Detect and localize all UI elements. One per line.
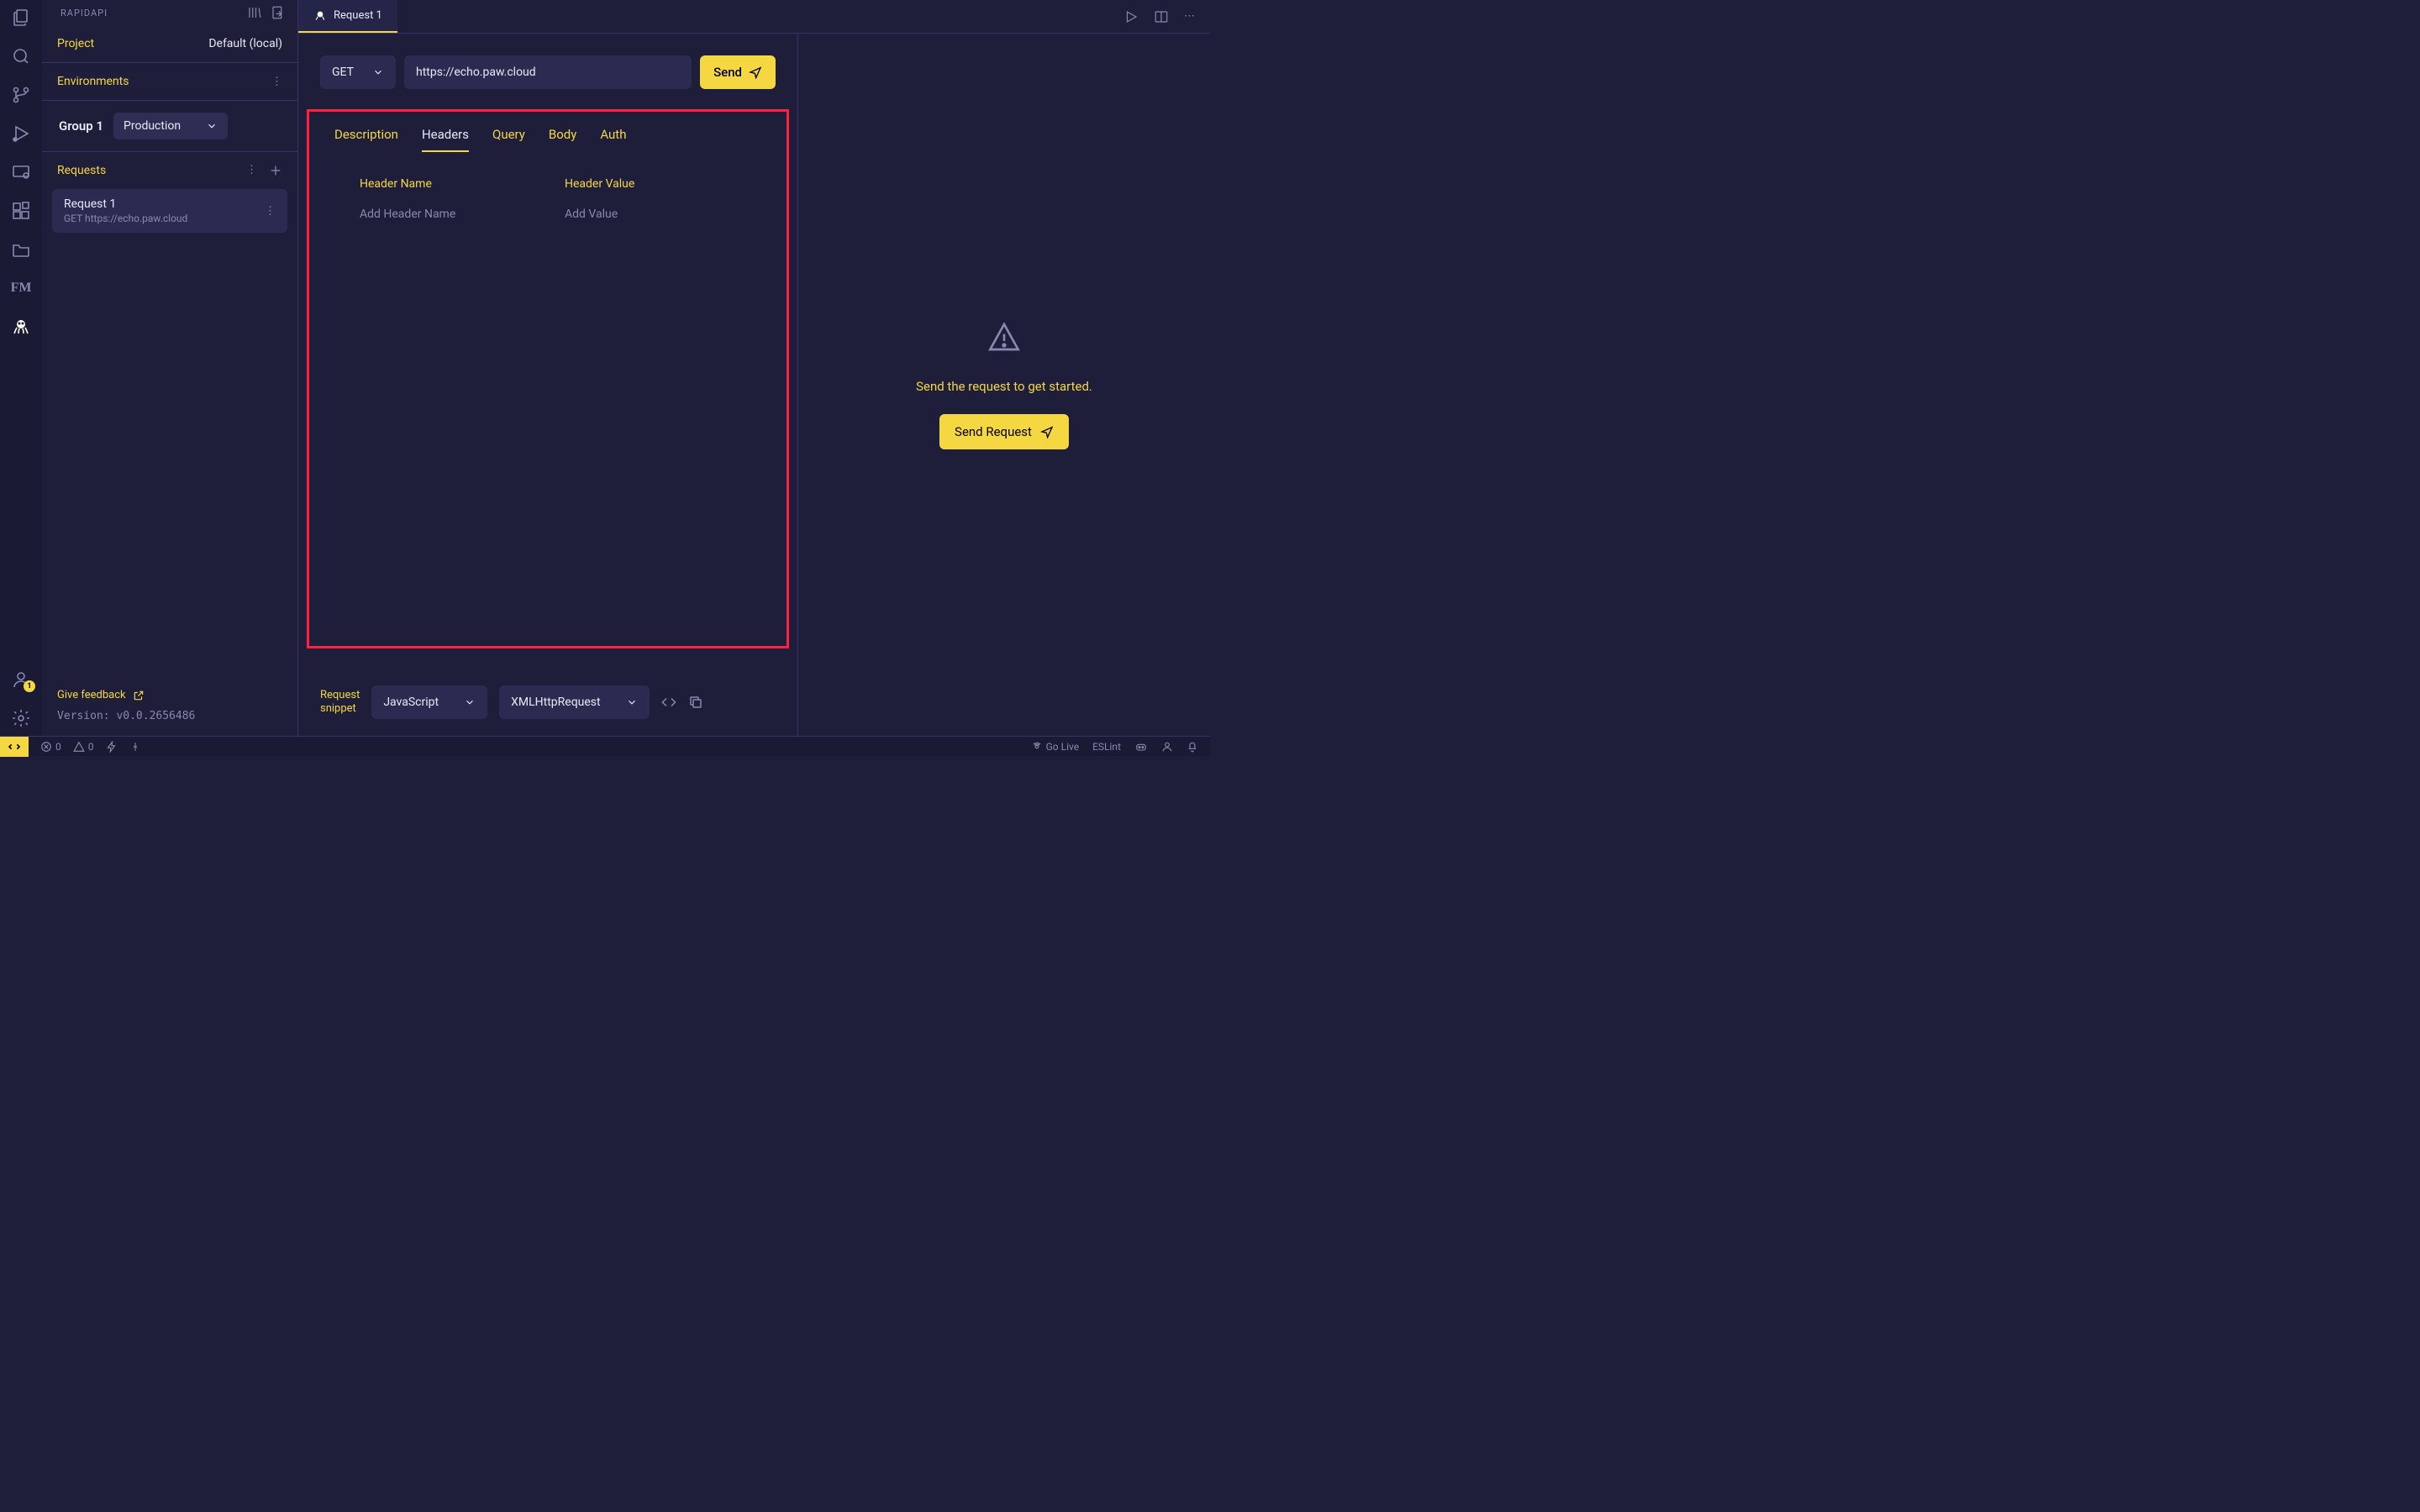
environment-select[interactable]: Production	[113, 113, 228, 139]
sidebar-title: RAPIDAPI	[60, 8, 108, 18]
sidebar: RAPIDAPI Project Default (local) Environ…	[42, 0, 298, 736]
project-value: Default (local)	[208, 37, 282, 50]
request-subtitle: GET https://echo.paw.cloud	[64, 213, 187, 224]
environments-label: Environments	[57, 75, 129, 88]
snippet-lib-select[interactable]: XMLHttpRequest	[499, 685, 650, 719]
bell-icon[interactable]	[1186, 741, 1198, 753]
eslint-label[interactable]: ESLint	[1092, 741, 1121, 753]
tab-query[interactable]: Query	[492, 127, 525, 152]
split-icon[interactable]	[1154, 9, 1169, 24]
send-request-button[interactable]: Send Request	[939, 414, 1069, 449]
library-icon[interactable]	[247, 5, 262, 20]
extensions-icon[interactable]	[10, 200, 32, 222]
sidebar-footer: Give feedback Version: v0.0.2656486	[42, 675, 297, 736]
snippet-label: Request snippet	[320, 689, 360, 715]
kebab-icon[interactable]: ⋮	[246, 164, 257, 177]
requests-header: Requests ⋮	[42, 152, 297, 189]
project-label: Project	[57, 37, 94, 50]
tab-title: Request 1	[334, 9, 382, 22]
octopus-icon	[313, 9, 327, 23]
remote-icon[interactable]	[10, 161, 32, 183]
plus-icon[interactable]	[269, 164, 282, 177]
kebab-icon[interactable]: ⋮	[271, 76, 282, 88]
version-text: Version: v0.0.2656486	[57, 710, 282, 722]
remote-indicator[interactable]	[0, 737, 29, 757]
copy-icon[interactable]	[688, 695, 703, 710]
highlighted-area: Description Headers Query Body Auth Head…	[307, 109, 789, 648]
editor-tab[interactable]: Request 1	[298, 0, 397, 33]
person-icon[interactable]	[1161, 741, 1173, 753]
debug-icon[interactable]	[10, 123, 32, 144]
requests-label: Requests	[57, 164, 106, 177]
folder-icon[interactable]	[10, 239, 32, 260]
bolt-icon[interactable]	[106, 741, 118, 753]
more-icon[interactable]: ⋯	[1184, 10, 1195, 23]
import-icon[interactable]	[271, 5, 286, 20]
environment-group: Group 1 Production	[42, 101, 297, 152]
give-feedback-link[interactable]: Give feedback	[57, 689, 282, 701]
sidebar-title-row: RAPIDAPI	[42, 0, 297, 25]
header-name-input[interactable]: Add Header Name	[360, 207, 531, 221]
send-button[interactable]: Send	[700, 55, 776, 89]
response-panel: Send the request to get started. Send Re…	[798, 34, 1210, 736]
status-bar: 0 0 Go Live ESLint	[0, 736, 1210, 756]
snippet-row: Request snippet JavaScript XMLHttpReques…	[298, 669, 797, 736]
errors-indicator[interactable]: 0	[40, 741, 61, 753]
account-badge: 1	[24, 680, 35, 692]
header-value-col: Header Value	[565, 177, 736, 191]
activity-bar: FM 1	[0, 0, 42, 736]
request-panel: GET Send Description Headers	[298, 34, 798, 736]
target-icon[interactable]	[129, 741, 141, 753]
gear-icon[interactable]	[10, 707, 32, 729]
account-icon[interactable]: 1	[10, 669, 32, 690]
header-name-col: Header Name	[360, 177, 531, 191]
code-icon[interactable]	[661, 695, 676, 710]
files-icon[interactable]	[10, 7, 32, 29]
environment-selected: Production	[124, 119, 181, 133]
method-select[interactable]: GET	[320, 55, 396, 89]
request-item[interactable]: Request 1 GET https://echo.paw.cloud ⋮	[52, 189, 287, 233]
editor-tabbar: Request 1 ⋯	[298, 0, 1210, 34]
snippet-lang-select[interactable]: JavaScript	[371, 685, 487, 719]
chevron-down-icon	[206, 120, 218, 132]
headers-table: Header Name Header Value Add Header Name…	[309, 152, 786, 263]
warnings-indicator[interactable]: 0	[73, 741, 94, 753]
url-input[interactable]	[404, 55, 692, 89]
search-icon[interactable]	[10, 45, 32, 67]
copilot-icon[interactable]	[1134, 740, 1148, 753]
tab-body[interactable]: Body	[549, 127, 576, 152]
kebab-icon[interactable]: ⋮	[265, 205, 276, 218]
environments-header: Environments ⋮	[42, 63, 297, 101]
response-message: Send the request to get started.	[916, 379, 1092, 394]
rapidapi-icon[interactable]	[10, 316, 32, 338]
go-live[interactable]: Go Live	[1031, 741, 1079, 753]
request-tabs: Description Headers Query Body Auth	[309, 112, 786, 152]
warning-icon	[987, 320, 1021, 354]
tab-auth[interactable]: Auth	[600, 127, 626, 152]
play-icon[interactable]	[1123, 9, 1139, 24]
tab-description[interactable]: Description	[334, 127, 398, 152]
request-title: Request 1	[64, 197, 187, 211]
fm-icon[interactable]: FM	[10, 277, 32, 299]
project-section[interactable]: Project Default (local)	[42, 25, 297, 63]
branch-icon[interactable]	[10, 84, 32, 106]
tab-headers[interactable]: Headers	[422, 127, 469, 152]
group-name: Group 1	[59, 118, 103, 134]
header-value-input[interactable]: Add Value	[565, 207, 736, 221]
